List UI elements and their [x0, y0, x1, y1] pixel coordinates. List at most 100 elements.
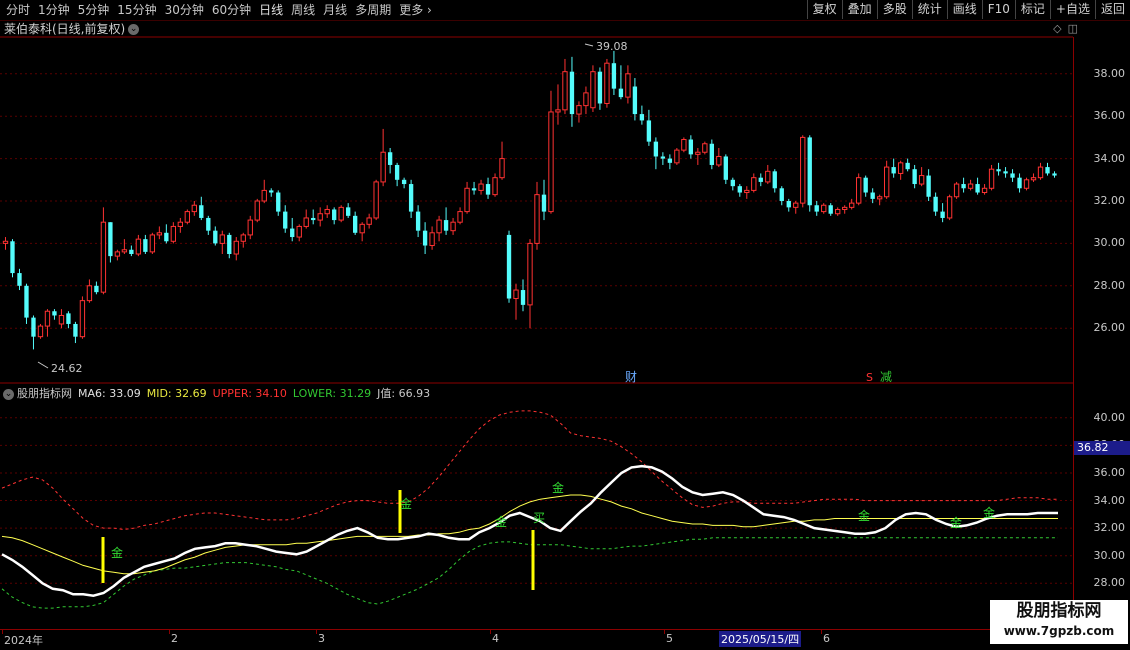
candle-body — [79, 300, 86, 338]
golden-signal: 金 — [400, 496, 412, 511]
candle-body — [716, 155, 722, 166]
candle-body — [548, 111, 554, 213]
candle-body — [429, 232, 435, 247]
candle-body — [443, 220, 449, 231]
candle-body — [1010, 173, 1015, 178]
candle-body — [359, 223, 365, 234]
candle-body — [121, 249, 128, 253]
reduce-marker: 减 — [880, 370, 892, 384]
candle-body — [2, 240, 9, 244]
candle-body — [891, 167, 896, 174]
candle-body — [849, 202, 855, 208]
candle-body — [905, 162, 910, 170]
candle-body — [674, 149, 680, 164]
candle-body — [967, 183, 974, 189]
candle-body — [835, 208, 841, 215]
candle-body — [695, 151, 701, 155]
candle-body — [1003, 171, 1008, 174]
candle-body — [981, 187, 988, 194]
date-tick — [169, 630, 170, 634]
candle-body — [37, 325, 44, 338]
lower-band-line — [1, 537, 1058, 609]
candle-body — [576, 105, 582, 115]
candle-body — [800, 136, 806, 204]
candle-body — [170, 225, 177, 242]
candle-body — [303, 217, 309, 227]
golden-signal: 金 — [111, 545, 123, 560]
candle-body — [100, 221, 107, 293]
date-tick — [490, 630, 491, 634]
candle-body — [646, 120, 652, 142]
candle-body — [31, 317, 36, 337]
date-axis: 2024年 2 3 4 5 2025/05/15/四 6 — [0, 629, 1073, 650]
price-tick-label: 32.00 — [1093, 194, 1126, 207]
candle-body — [1023, 179, 1030, 189]
candle-body — [66, 313, 71, 324]
indicator-tick-label: 32.00 — [1093, 521, 1126, 535]
candle-body — [940, 211, 945, 218]
buy-signal: 买 — [533, 511, 545, 525]
candle-body — [506, 234, 512, 299]
candle-body — [143, 239, 148, 252]
stock-chart[interactable]: 39.0824.62财 S 减金金金 买金金 金金 — [0, 0, 1130, 650]
candle-body — [961, 184, 966, 189]
candle-body — [408, 184, 414, 212]
candle-body — [108, 222, 113, 257]
candle-body — [730, 179, 735, 187]
candle-body — [814, 205, 819, 212]
candle-body — [269, 190, 274, 193]
candle-body — [206, 217, 211, 231]
mid-value: MID: 32.69 — [146, 387, 207, 400]
candle-body — [346, 207, 351, 216]
candle-body — [555, 109, 561, 113]
candle-body — [199, 205, 204, 218]
candle-body — [877, 196, 883, 200]
upper-band-line — [1, 410, 1058, 531]
candle-body — [1017, 177, 1022, 189]
s-marker: S — [866, 371, 873, 384]
candle-body — [492, 177, 498, 196]
candle-body — [240, 234, 246, 242]
indicator-tick-label: 34.00 — [1093, 493, 1126, 507]
candle-body — [352, 215, 358, 233]
candle-body — [471, 188, 477, 191]
candle-body — [317, 213, 323, 221]
candle-body — [338, 206, 344, 221]
candle-body — [129, 249, 134, 254]
candle-body — [604, 62, 610, 104]
indicator-dropdown-icon[interactable]: ⌄ — [3, 388, 14, 400]
candle-body — [611, 63, 617, 89]
candle-body — [10, 241, 15, 274]
candle-body — [261, 189, 267, 202]
high-price-label: 39.08 — [596, 40, 628, 53]
candle-body — [58, 314, 65, 325]
candle-body — [233, 240, 239, 255]
date-label: 2025/05/15/四 — [719, 631, 802, 647]
candle-body — [311, 217, 316, 221]
date-label: 3 — [318, 632, 325, 645]
indicator-header: ⌄ 股朋指标网 MA6: 33.09 MID: 32.69 UPPER: 34.10 LO… — [0, 386, 436, 401]
candle-body — [534, 194, 540, 244]
candle-body — [373, 181, 379, 219]
candle-body — [401, 179, 407, 185]
watermark-url: www.7gpzb.com — [1003, 624, 1115, 638]
low-price-label: 24.62 — [51, 362, 83, 375]
candle-body — [227, 234, 232, 254]
candle-body — [366, 217, 372, 225]
candle-body — [996, 169, 1001, 172]
candle-body — [499, 158, 505, 179]
date-label: 4 — [492, 632, 499, 645]
indicator-tick-label: 36.00 — [1093, 465, 1126, 479]
candle-body — [918, 175, 925, 185]
ma6-line — [1, 464, 1058, 597]
candle-body — [283, 211, 288, 229]
candle-body — [247, 219, 253, 236]
candle-body — [723, 156, 728, 180]
candle-body — [156, 232, 163, 236]
date-tick — [316, 630, 317, 634]
candle-body — [821, 204, 827, 213]
candle-body — [436, 219, 442, 234]
candle-body — [639, 114, 645, 121]
candle-body — [681, 139, 687, 151]
candle-body — [883, 166, 890, 198]
